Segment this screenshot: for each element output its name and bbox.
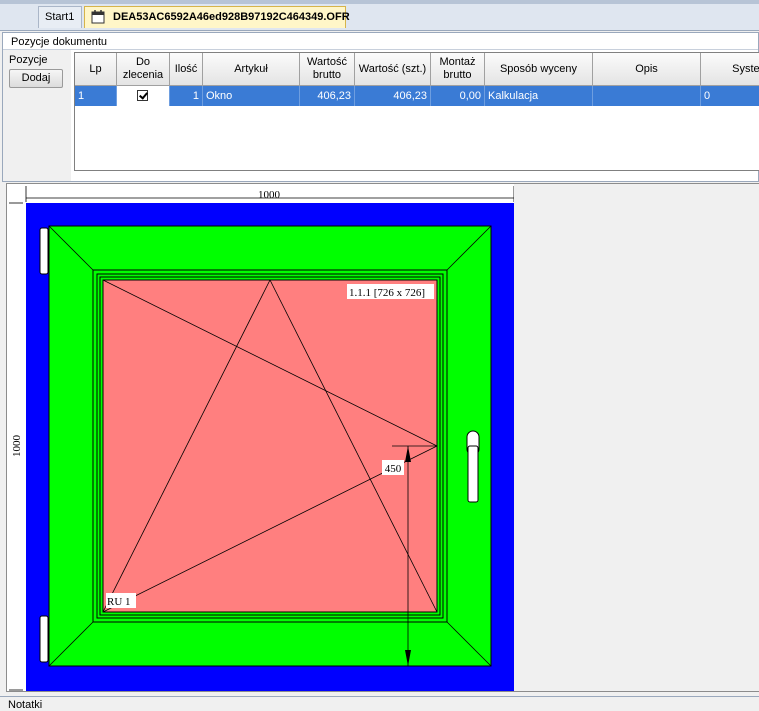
cell-montaz-brutto: 0,00 <box>431 86 485 106</box>
column-header-ilosc[interactable]: Ilość <box>170 53 203 86</box>
bottom-hinge-icon <box>39 615 49 663</box>
document-icon <box>91 10 105 24</box>
column-header-system[interactable]: System <box>701 53 759 86</box>
tab-document[interactable]: DEA53AC6592A46ed928B97192C464349.OFR <box>84 6 350 28</box>
cell-wartosc-brutto: 406,23 <box>300 86 355 106</box>
panel-title: Pozycje dokumentu <box>11 36 107 48</box>
cell-sposob-wyceny: Kalkulacja <box>485 86 593 106</box>
cell-lp: 1 <box>75 86 117 106</box>
column-header-wartosc-brutto[interactable]: Wartość brutto <box>300 53 355 86</box>
opening-type-label: RU 1 <box>107 596 131 608</box>
column-header-opis[interactable]: Opis <box>593 53 701 86</box>
cell-system: 0 <box>701 86 759 106</box>
tab-start-label: Start1 <box>45 11 75 23</box>
window-glass <box>102 279 438 613</box>
add-button[interactable]: Dodaj <box>9 69 63 88</box>
notes-section[interactable]: Notatki <box>0 696 759 711</box>
table-row[interactable]: 1 1 Okno 406,23 406,23 0,00 Kalkulacja 0 <box>75 86 759 106</box>
cell-wartosc-szt: 406,23 <box>355 86 431 106</box>
panel-divider <box>3 49 758 50</box>
positions-grid[interactable]: Lp Do zlecenia Ilość Artykuł Wartość bru… <box>74 52 759 171</box>
document-tab-strip: Start1 DEA53AC6592A46ed928B97192C464349.… <box>0 0 759 31</box>
column-header-do-zlecenia[interactable]: Do zlecenia <box>117 53 170 86</box>
sash-size-label: 1.1.1 [726 x 726] <box>349 287 425 299</box>
cell-opis <box>593 86 701 106</box>
tab-strip-band <box>0 0 759 4</box>
column-header-sposob-wyceny[interactable]: Sposób wyceny <box>485 53 593 86</box>
do-zlecenia-checkbox[interactable] <box>137 90 148 101</box>
column-header-artykul[interactable]: Artykuł <box>203 53 300 86</box>
cell-artykul: Okno <box>203 86 300 106</box>
tab-start[interactable]: Start1 <box>38 6 82 28</box>
cell-do-zlecenia <box>117 86 170 106</box>
column-header-wartosc-szt[interactable]: Wartość (szt.) <box>355 53 431 86</box>
document-positions-panel: Pozycje dokumentu Pozycje Dodaj Lp Do zl… <box>2 32 759 182</box>
drawing-empty-area <box>514 184 759 691</box>
notes-label: Notatki <box>8 699 43 711</box>
cell-ilosc: 1 <box>170 86 203 106</box>
positions-sidebar: Pozycje Dodaj <box>3 50 71 181</box>
tab-document-label: DEA53AC6592A46ed928B97192C464349.OFR <box>113 11 350 23</box>
positions-label: Pozycje <box>9 54 48 66</box>
height-dimension-label: 1000 <box>11 435 23 458</box>
width-dimension-label: 1000 <box>258 189 281 201</box>
column-header-montaz-brutto[interactable]: Montaż brutto <box>431 53 485 86</box>
handle-height-label: 450 <box>385 463 402 475</box>
column-header-lp[interactable]: Lp <box>75 53 117 86</box>
top-hinge-icon <box>39 227 49 275</box>
